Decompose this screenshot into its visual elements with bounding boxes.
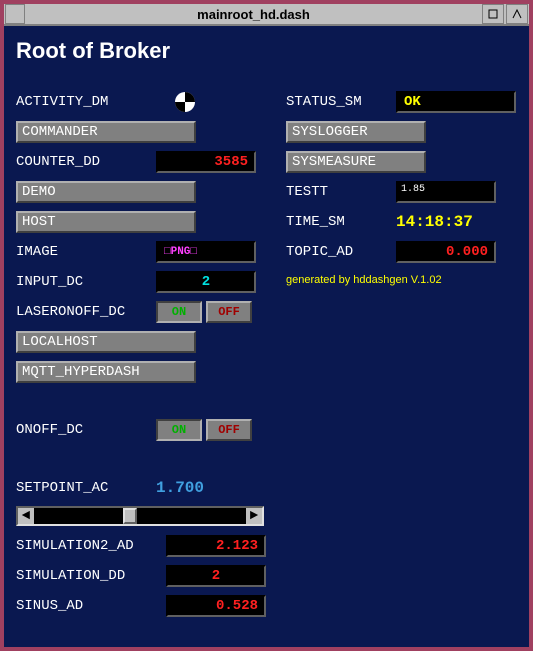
simdd-label: SIMULATION_DD	[16, 568, 166, 584]
testt-label: TESTT	[286, 184, 396, 200]
window-menu-button[interactable]	[5, 4, 25, 24]
content-area: Root of Broker ACTIVITY_DM COMMANDER COU…	[4, 26, 529, 647]
counter-value: 3585	[156, 151, 256, 173]
onoff-off-button[interactable]: OFF	[206, 419, 252, 441]
localhost-button[interactable]: LOCALHOST	[16, 331, 196, 353]
laser-on-button[interactable]: ON	[156, 301, 202, 323]
sysmeasure-button[interactable]: SYSMEASURE	[286, 151, 426, 173]
minimize-button[interactable]	[482, 4, 504, 24]
slider-thumb[interactable]	[123, 508, 137, 524]
image-value: □PNG□	[156, 241, 256, 263]
page-title: Root of Broker	[16, 38, 517, 64]
testt-value: 1.85	[396, 181, 496, 203]
image-label: IMAGE	[16, 244, 156, 260]
setpoint-label: SETPOINT_AC	[16, 480, 156, 496]
sim2-label: SIMULATION2_AD	[16, 538, 166, 554]
sim2-value: 2.123	[166, 535, 266, 557]
input-value: 2	[156, 271, 256, 293]
maximize-icon	[511, 8, 523, 20]
host-button[interactable]: HOST	[16, 211, 196, 233]
commander-button[interactable]: COMMANDER	[16, 121, 196, 143]
slider-left-arrow-icon[interactable]: ◄	[18, 508, 34, 524]
status-value: OK	[396, 91, 516, 113]
window-title: mainroot_hd.dash	[26, 7, 481, 22]
sinus-label: SINUS_AD	[16, 598, 166, 614]
syslogger-button[interactable]: SYSLOGGER	[286, 121, 426, 143]
right-column: STATUS_SM OK SYSLOGGER SYSMEASURE TESTT …	[286, 88, 517, 622]
setpoint-value: 1.700	[156, 479, 204, 497]
activity-label: ACTIVITY_DM	[16, 94, 156, 110]
slider-right-arrow-icon[interactable]: ►	[246, 508, 262, 524]
time-value: 14:18:37	[396, 213, 473, 231]
time-label: TIME_SM	[286, 214, 396, 230]
app-window: mainroot_hd.dash Root of Broker ACTIVITY…	[0, 0, 533, 651]
input-label: INPUT_DC	[16, 274, 156, 290]
topic-label: TOPIC_AD	[286, 244, 396, 260]
onoff-on-button[interactable]: ON	[156, 419, 202, 441]
activity-indicator-icon	[174, 91, 196, 113]
laseronoff-label: LASERONOFF_DC	[16, 304, 156, 320]
mqtt-button[interactable]: MQTT_HYPERDASH	[16, 361, 196, 383]
left-column: ACTIVITY_DM COMMANDER COUNTER_DD 3585 DE…	[16, 88, 266, 622]
sinus-value: 0.528	[166, 595, 266, 617]
maximize-button[interactable]	[506, 4, 528, 24]
laser-off-button[interactable]: OFF	[206, 301, 252, 323]
titlebar: mainroot_hd.dash	[4, 4, 529, 26]
topic-value: 0.000	[396, 241, 496, 263]
setpoint-slider[interactable]: ◄ ►	[16, 506, 264, 526]
minimize-icon	[487, 8, 499, 20]
status-label: STATUS_SM	[286, 94, 396, 110]
onoff-label: ONOFF_DC	[16, 422, 156, 438]
counter-label: COUNTER_DD	[16, 154, 156, 170]
generator-note: generated by hddashgen V.1.02	[286, 274, 517, 286]
demo-button[interactable]: DEMO	[16, 181, 196, 203]
simdd-value: 2	[166, 565, 266, 587]
slider-track[interactable]	[34, 508, 246, 524]
